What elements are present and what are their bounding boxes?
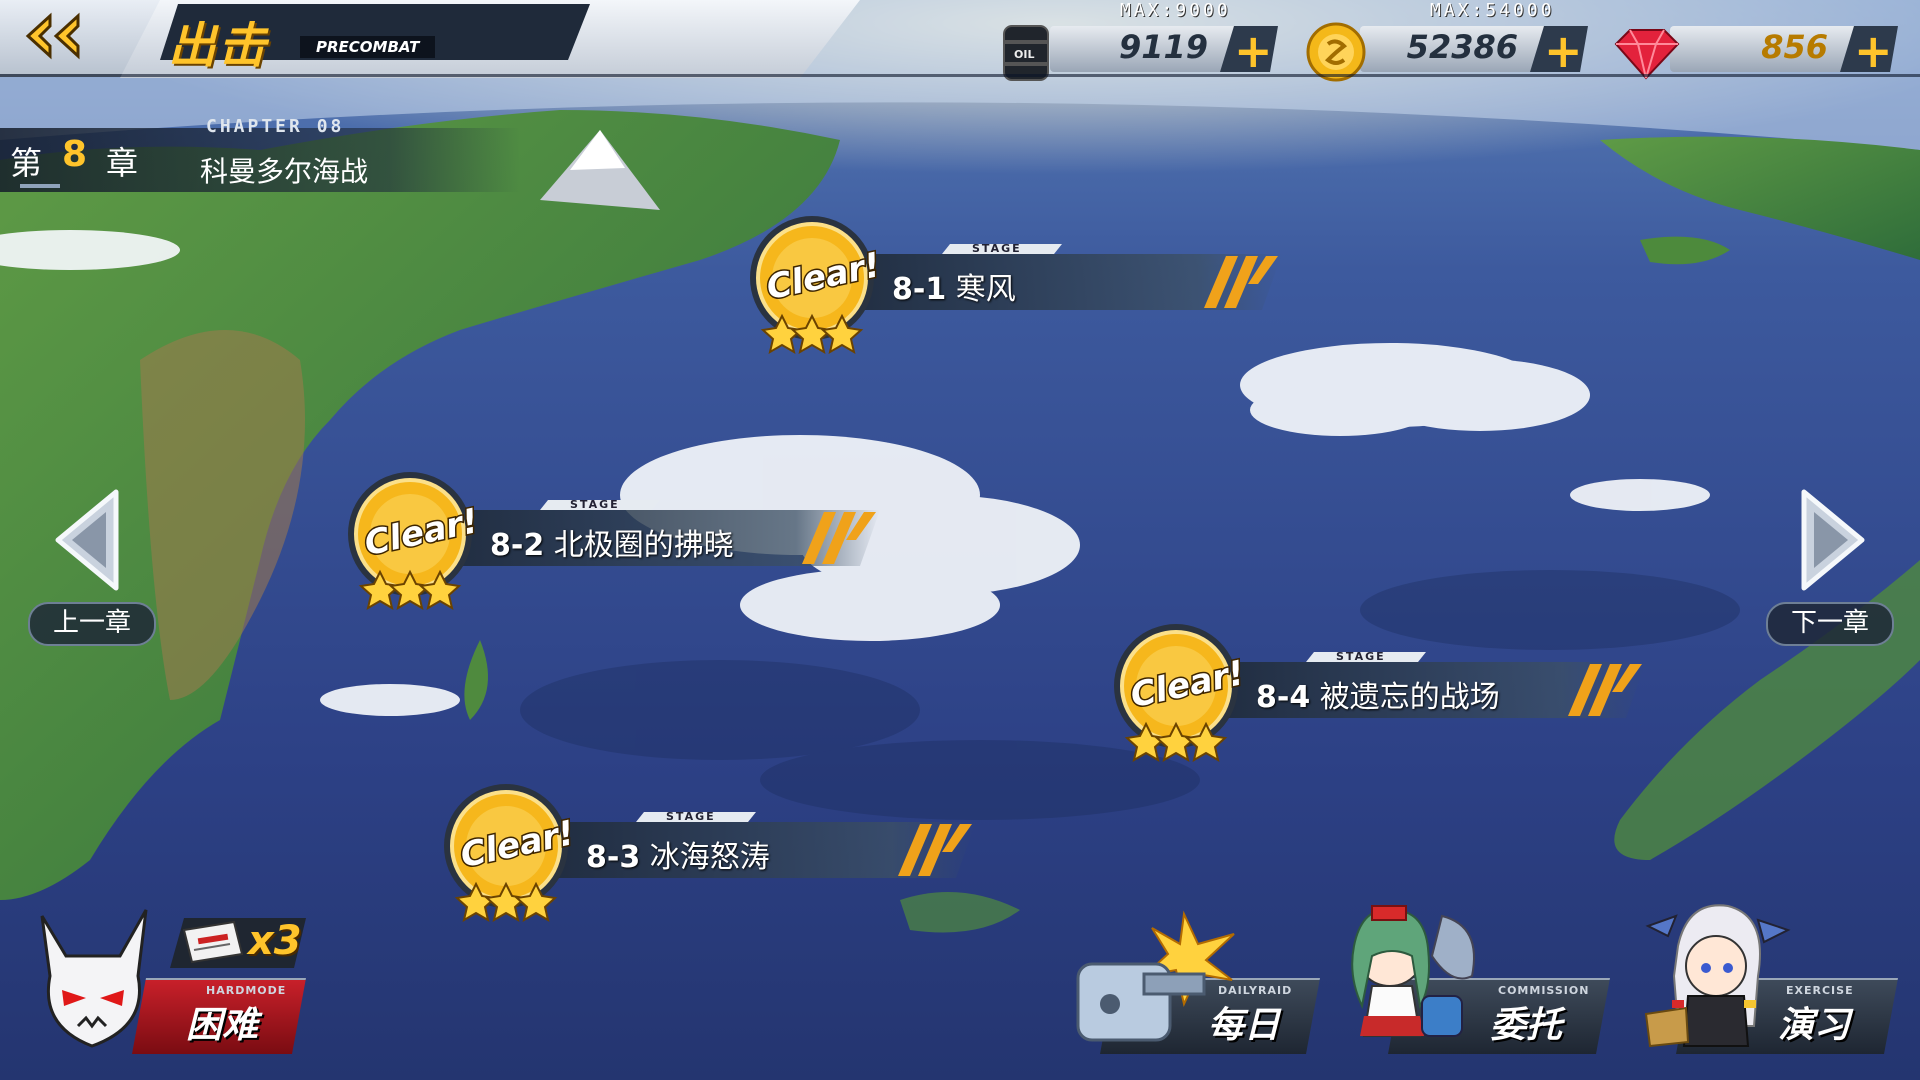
chapter-label-en: CHAPTER 08 bbox=[206, 116, 345, 137]
plus-icon: + bbox=[1544, 24, 1583, 78]
ticket-icon bbox=[178, 920, 248, 966]
top-divider bbox=[0, 74, 1920, 77]
stage-8-3[interactable]: STAGE 8-3 冰海怒涛 Clear! bbox=[436, 776, 996, 926]
clear-medal-icon: Clear! bbox=[348, 472, 480, 611]
oil-max: MAX:9000 bbox=[1120, 0, 1231, 21]
stripe-decoration-icon bbox=[1568, 664, 1642, 716]
prev-chapter-button[interactable]: 上一章 bbox=[28, 602, 156, 646]
page-title: 出击 bbox=[168, 18, 269, 74]
hardmode-label: 困难 bbox=[186, 1005, 259, 1046]
stage-8-1[interactable]: STAGE 8-1 寒风 Clear! bbox=[742, 208, 1302, 358]
clear-medal-icon: Clear! bbox=[1114, 624, 1246, 763]
coin-resource: MAX:54000 52386 + bbox=[1300, 0, 1588, 82]
hardmode-ticket-counter: x3 bbox=[170, 918, 306, 968]
gem-value: 856 bbox=[1761, 28, 1828, 66]
hardmode-mascot-icon bbox=[40, 909, 148, 1048]
stage-tag: STAGE bbox=[666, 810, 716, 823]
stage-8-4[interactable]: STAGE 8-4 被遗忘的战场 Clear! bbox=[1106, 616, 1666, 766]
double-chevron-left-icon bbox=[25, 12, 80, 60]
stage-name: 8-4 被遗忘的战场 bbox=[1256, 680, 1500, 715]
commission-girl-icon bbox=[1351, 905, 1475, 1037]
gold-coin-icon bbox=[1306, 22, 1366, 82]
chapter-number: 8 bbox=[62, 134, 88, 175]
chapter-prefix: 第 bbox=[10, 144, 43, 182]
next-chapter-button[interactable]: 下一章 bbox=[1766, 602, 1894, 646]
prev-chapter-arrow-icon[interactable] bbox=[52, 488, 122, 592]
stage-name: 8-1 寒风 bbox=[892, 272, 1016, 307]
svg-text:OIL: OIL bbox=[1014, 48, 1034, 61]
page-subtitle: PRECOMBAT bbox=[300, 36, 436, 58]
stage-8-2[interactable]: STAGE 8-2 北极圈的拂晓 Clear! bbox=[340, 464, 900, 614]
plus-icon: + bbox=[1234, 24, 1273, 78]
stripe-decoration-icon bbox=[898, 824, 972, 876]
next-chapter-arrow-icon[interactable] bbox=[1798, 488, 1868, 592]
coin-value: 52386 bbox=[1406, 28, 1518, 66]
clear-medal-icon: Clear! bbox=[444, 784, 576, 923]
oil-value: 9119 bbox=[1118, 28, 1208, 66]
stripe-decoration-icon bbox=[1204, 256, 1278, 308]
chapter-name: 科曼多尔海战 bbox=[200, 155, 369, 188]
commission-label: 委托 bbox=[1490, 1005, 1563, 1046]
stripe-decoration-icon bbox=[802, 512, 876, 564]
stage-name: 8-3 冰海怒涛 bbox=[586, 840, 770, 875]
chapter-accent bbox=[20, 184, 60, 188]
oil-barrel-icon: OIL bbox=[1003, 25, 1049, 81]
clear-medal-icon: Clear! bbox=[750, 216, 882, 355]
ruby-gem-icon bbox=[1614, 29, 1680, 80]
stage-name: 8-2 北极圈的拂晓 bbox=[490, 528, 734, 563]
chapter-suffix: 章 bbox=[106, 144, 139, 182]
stage-tag: STAGE bbox=[1336, 650, 1386, 663]
ticket-count: x3 bbox=[248, 918, 302, 964]
gem-resource: 856 + bbox=[1610, 22, 1898, 80]
stage-tag: STAGE bbox=[972, 242, 1022, 255]
coin-max: MAX:54000 bbox=[1430, 0, 1555, 21]
hardmode-button[interactable]: HARDMODE 困难 bbox=[132, 978, 306, 1052]
exercise-girl-icon bbox=[1644, 904, 1791, 1048]
plus-icon: + bbox=[1854, 24, 1893, 78]
turret-icon bbox=[1076, 910, 1235, 1042]
stage-tag: STAGE bbox=[570, 498, 620, 511]
oil-resource: MAX:9000 OIL 9119 + bbox=[990, 0, 1278, 81]
